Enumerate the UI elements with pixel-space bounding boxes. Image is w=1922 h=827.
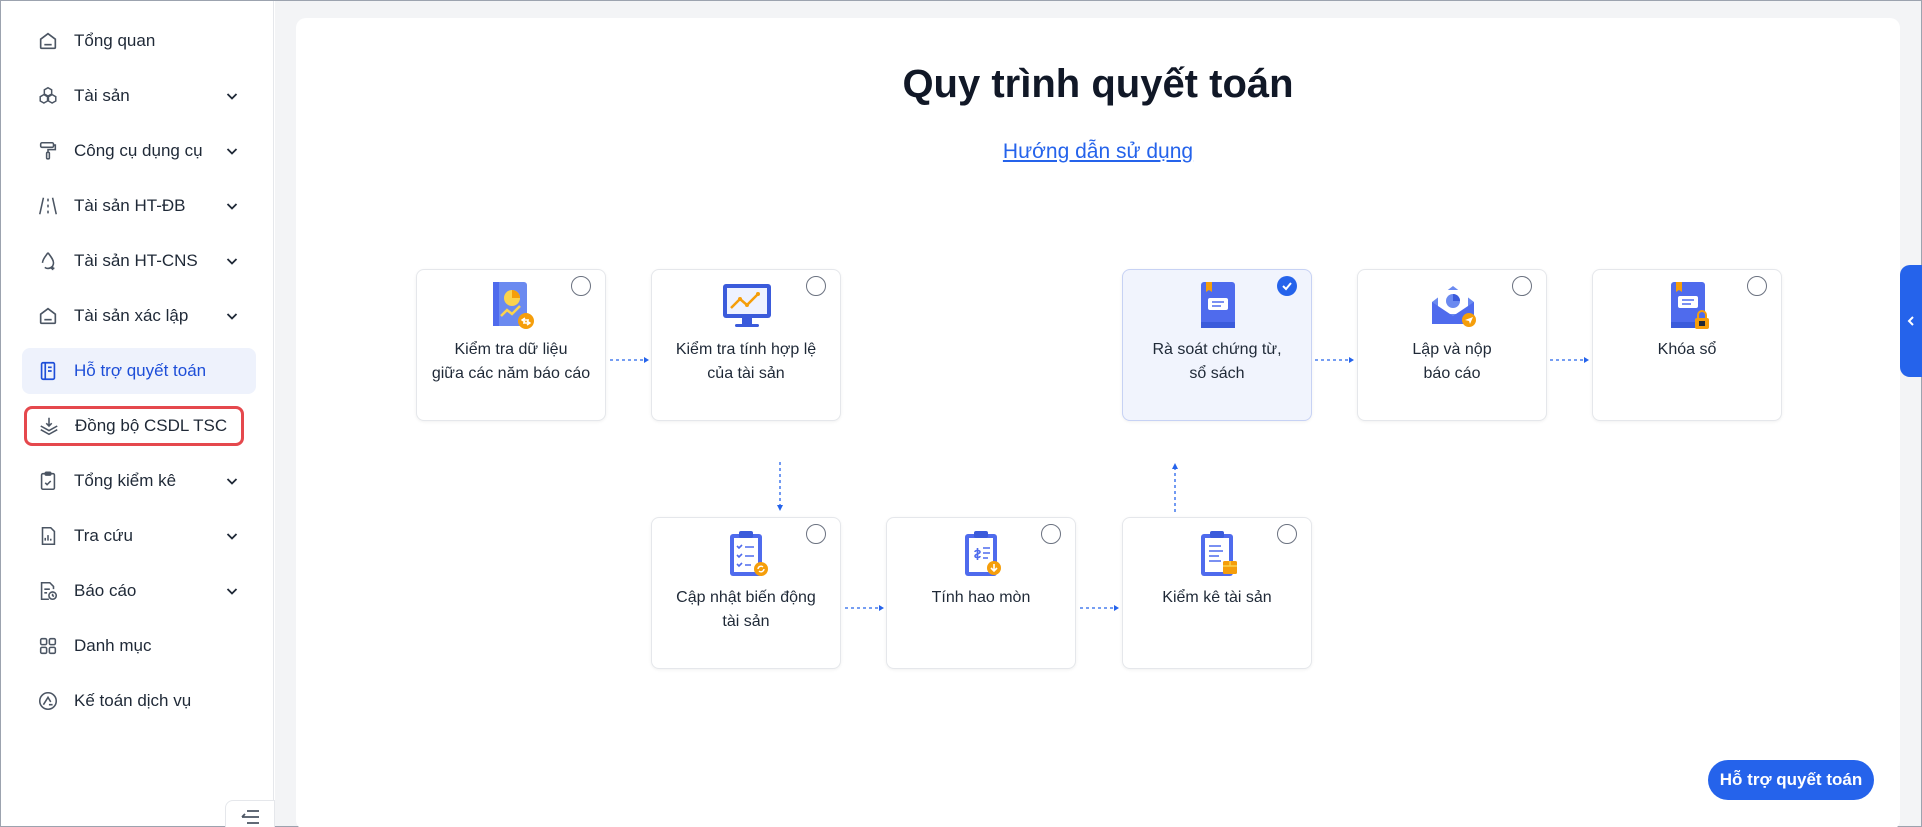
step-radio[interactable]: [571, 276, 591, 296]
sidebar-item-label: Báo cáo: [74, 581, 137, 600]
flow-arrow: [610, 357, 649, 363]
check-icon: [1282, 282, 1292, 291]
flow-arrow-up: [1172, 463, 1178, 512]
step-label: Tính hao mòn: [931, 589, 1031, 606]
sidebar-item-label: Danh mục: [74, 636, 152, 655]
sidebar-item-tai-san-xac-lap[interactable]: Tài sản xác lập: [22, 293, 256, 339]
step-label: Kiểm kê tài sản: [1162, 589, 1272, 606]
chevron-down-icon: [226, 588, 238, 595]
step-radio[interactable]: [806, 524, 826, 544]
chevron-down-icon: [226, 203, 238, 210]
step-radio[interactable]: [1512, 276, 1532, 296]
clipboard-list-icon: [730, 531, 768, 576]
step-submit-report[interactable]: Lập và nộp báo cáo: [1357, 269, 1547, 421]
chevron-down-icon: [226, 533, 238, 540]
grid-icon: [36, 634, 60, 658]
sidebar-item-cong-cu-dung-cu[interactable]: Công cụ dụng cụ: [22, 128, 256, 174]
service-logo-icon: [36, 689, 60, 713]
sidebar-item-tai-san[interactable]: Tài sản: [22, 73, 256, 119]
guide-link[interactable]: Hướng dẫn sử dụng: [296, 140, 1900, 164]
sidebar-item-danh-muc[interactable]: Danh mục: [22, 623, 256, 669]
paint-roller-icon: [36, 139, 60, 163]
chevron-left-icon: [1907, 316, 1914, 326]
collapse-icon: [241, 810, 259, 824]
sidebar: Tổng quan Tài sản Công cụ dụng cụ Tài sả…: [1, 1, 274, 826]
sidebar-item-label: Đồng bộ CSDL TSC: [75, 416, 228, 435]
flow-arrow: [1550, 357, 1589, 363]
report-search-icon: [36, 524, 60, 548]
sidebar-item-label: Tổng kiểm kê: [74, 471, 177, 490]
notebook-icon: [36, 359, 60, 383]
sidebar-item-label: Công cụ dụng cụ: [74, 141, 203, 160]
side-panel-toggle[interactable]: [1900, 265, 1922, 377]
flow-arrow: [1315, 357, 1354, 363]
sidebar-item-label: Tài sản HT-CNS: [74, 251, 198, 270]
step-check-asset-validity[interactable]: Kiểm tra tính hợp lệ của tài sản: [651, 269, 841, 421]
sidebar-item-label: Tổng quan: [74, 31, 156, 50]
step-check-data-years[interactable]: Kiểm tra dữ liệu giữa các năm báo cáo: [416, 269, 606, 421]
chevron-down-icon: [226, 93, 238, 100]
step-lock-books[interactable]: Khóa sổ: [1592, 269, 1782, 421]
sidebar-item-tai-san-ht-cns[interactable]: Tài sản HT-CNS: [22, 238, 256, 284]
collapse-sidebar-button[interactable]: [225, 800, 275, 827]
clipboard-icon: [36, 469, 60, 493]
step-label: Lập và nộp báo cáo: [1412, 341, 1492, 382]
step-label: Rà soát chứng từ, sổ sách: [1152, 341, 1282, 382]
chevron-down-icon: [226, 478, 238, 485]
page-title: Quy trình quyết toán: [902, 62, 1294, 106]
step-label: Kiểm tra tính hợp lệ của tài sản: [675, 341, 817, 382]
book-lock-icon: [1671, 282, 1709, 329]
sidebar-item-bao-cao[interactable]: Báo cáo: [22, 568, 256, 614]
step-inventory[interactable]: Kiểm kê tài sản: [1122, 517, 1312, 669]
layers-sync-icon: [37, 414, 61, 438]
chevron-down-icon: [226, 258, 238, 265]
chevron-down-icon: [226, 313, 238, 320]
sidebar-item-label: Tài sản xác lập: [74, 306, 189, 325]
flow-arrow: [845, 605, 884, 611]
support-settlement-button[interactable]: Hỗ trợ quyết toán: [1708, 760, 1874, 800]
sidebar-item-tra-cuu[interactable]: Tra cứu: [22, 513, 256, 559]
sidebar-item-label: Tài sản HT-ĐB: [74, 196, 186, 215]
report-clock-icon: [36, 579, 60, 603]
step-radio-checked[interactable]: [1277, 276, 1297, 296]
mail-chart-icon: [1432, 286, 1476, 327]
water-drop-icon: [36, 249, 60, 273]
notebook-chart-icon: [493, 282, 534, 329]
road-icon: [36, 194, 60, 218]
sidebar-item-label: Hỗ trợ quyết toán: [74, 361, 207, 380]
book-icon: [1201, 282, 1235, 328]
clipboard-box-icon: [1201, 531, 1237, 576]
assets-icon: [36, 84, 60, 108]
sidebar-item-label: Kế toán dịch vụ: [74, 691, 192, 710]
step-radio[interactable]: [1747, 276, 1767, 296]
sidebar-item-dong-bo-csdl-tsc[interactable]: Đồng bộ CSDL TSC: [24, 406, 244, 446]
sidebar-item-tong-quan[interactable]: Tổng quan: [22, 18, 256, 64]
step-radio[interactable]: [806, 276, 826, 296]
step-radio[interactable]: [1041, 524, 1061, 544]
step-label: Kiểm tra dữ liệu giữa các năm báo cáo: [431, 341, 591, 382]
chevron-down-icon: [226, 148, 238, 155]
home-icon: [36, 29, 60, 53]
step-label: Cập nhật biến động tài sản: [676, 589, 816, 630]
sidebar-item-ke-toan-dich-vu[interactable]: Kế toán dịch vụ: [22, 678, 256, 724]
flow-arrow: [1080, 605, 1119, 611]
step-depreciation[interactable]: Tính hao mòn: [886, 517, 1076, 669]
clipboard-dollar-icon: [965, 531, 1001, 576]
sidebar-item-tai-san-ht-db[interactable]: Tài sản HT-ĐB: [22, 183, 256, 229]
step-update-changes[interactable]: Cập nhật biến động tài sản: [651, 517, 841, 669]
step-review-documents[interactable]: Rà soát chứng từ, sổ sách: [1122, 269, 1312, 421]
step-radio[interactable]: [1277, 524, 1297, 544]
step-label: Khóa sổ: [1657, 341, 1717, 358]
inbox-icon: [36, 304, 60, 328]
sidebar-item-label: Tra cứu: [74, 526, 133, 545]
flow-arrow-down: [777, 462, 783, 511]
sidebar-item-label: Tài sản: [74, 86, 130, 105]
sidebar-item-ho-tro-quyet-toan[interactable]: Hỗ trợ quyết toán: [22, 348, 256, 394]
monitor-chart-icon: [723, 284, 771, 327]
sidebar-item-tong-kiem-ke[interactable]: Tổng kiểm kê: [22, 458, 256, 504]
